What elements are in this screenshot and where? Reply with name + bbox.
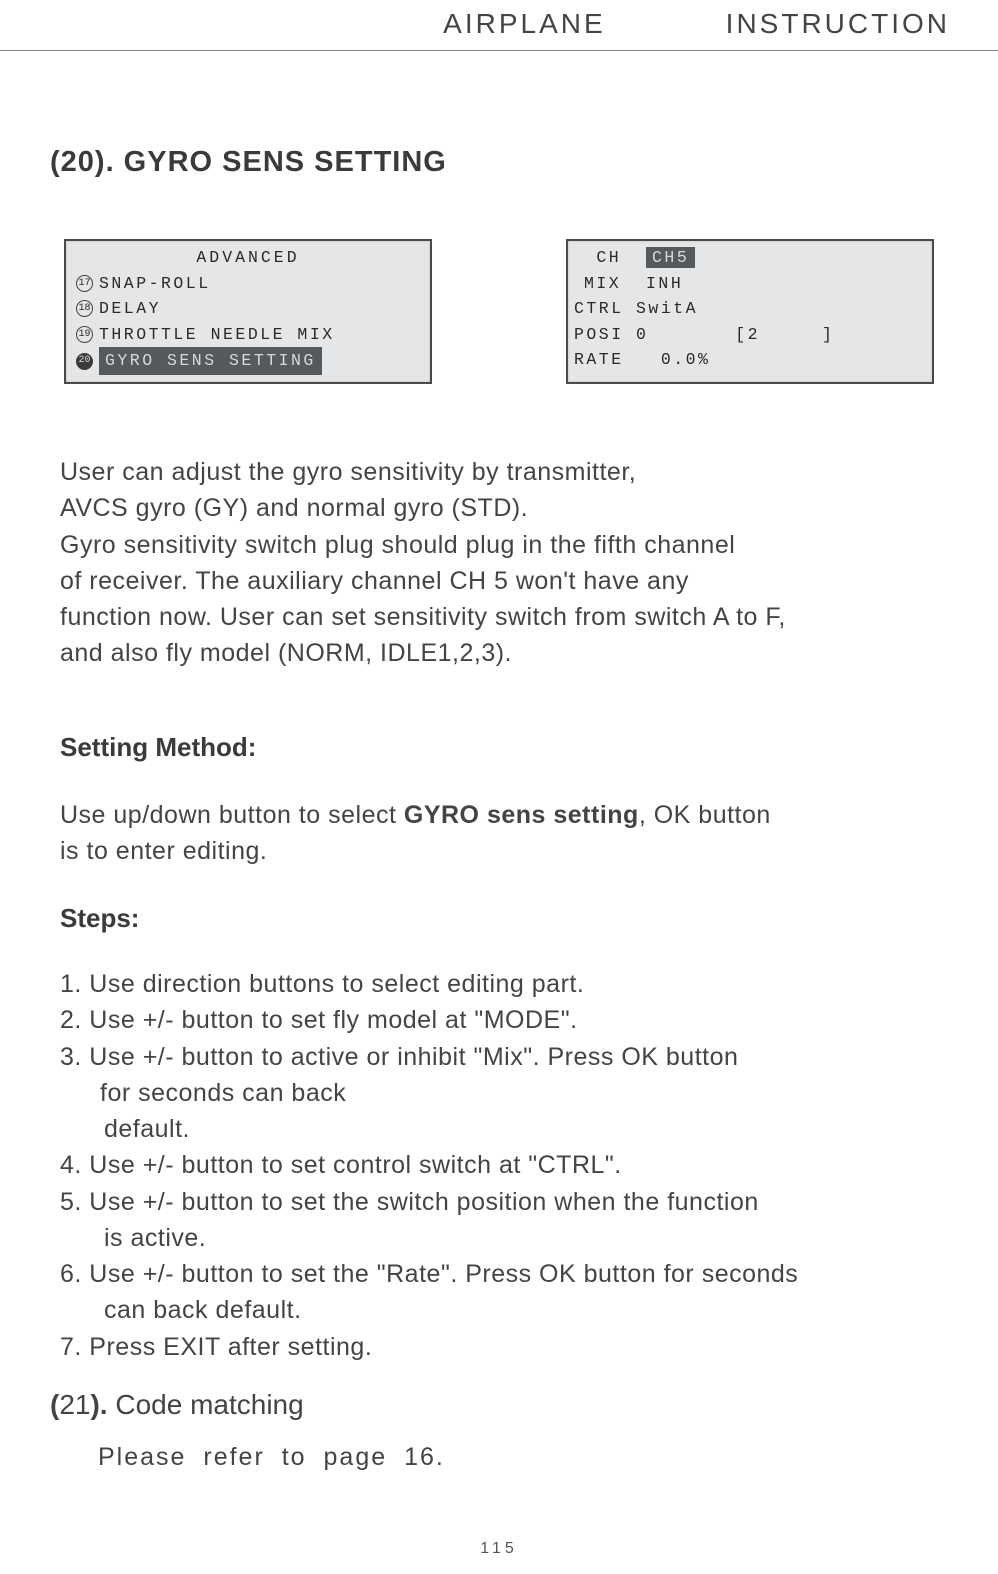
section-21-paren-open: ( [50,1389,59,1420]
lcd-a-item-20: 20 GYRO SENS SETTING [76,347,420,375]
step-5: 5. Use +/- button to set the switch posi… [60,1184,938,1220]
step-1: 1. Use direction buttons to select editi… [60,966,938,1002]
step-5-cont: is active. [60,1220,938,1256]
method-text: is to enter editing. [60,837,267,865]
lcd-b-posi-bracket: [2 ] [735,325,834,344]
steps-heading: Steps: [60,903,938,934]
lcd-screens-row: ADVANCED 17 SNAP-ROLL 18 DELAY 19 THROTT… [60,239,938,384]
lcd-a-item-label: SNAP-ROLL [99,271,211,297]
menu-index-icon: 17 [76,275,93,292]
section-21-paren-close: ). [90,1389,107,1420]
lcd-a-item-label: DELAY [99,296,161,322]
section-21-title: (21). Code matching [50,1389,938,1421]
section-21-label: Code matching [108,1389,304,1420]
lcd-b-ctrl-row: CTRL SwitA [574,296,922,322]
menu-index-icon: 19 [76,326,93,343]
lcd-b-posi-row: POSI 0 [2 ] [574,322,922,348]
step-7: 7. Press EXIT after setting. [60,1329,938,1365]
lcd-a-item-17: 17 SNAP-ROLL [76,271,420,297]
lcd-b-rate-label: RATE [574,350,624,369]
lcd-b-posi-value: 0 [636,325,648,344]
header-right: INSTRUCTION [726,8,950,40]
intro-line: function now. User can set sensitivity s… [60,603,786,631]
method-bold: GYRO sens setting [404,801,639,829]
lcd-b-mix-value: INH [646,274,683,293]
intro-line: User can adjust the gyro sensitivity by … [60,458,636,486]
step-3: 3. Use +/- button to active or inhibit "… [60,1039,938,1075]
intro-line: and also fly model (NORM, IDLE1,2,3). [60,639,512,667]
lcd-screen-gyro: CH CH5 MIX INH CTRL SwitA POSI 0 [2 ] RA… [566,239,934,384]
step-2: 2. Use +/- button to set fly model at "M… [60,1002,938,1038]
method-text: , OK button [639,801,771,829]
section-21-refer: Please refer to page 16. [98,1443,938,1472]
menu-index-selected-icon: 20 [76,353,93,370]
menu-index-icon: 18 [76,300,93,317]
step-3-cont2: default. [60,1111,938,1147]
lcd-b-ctrl-label: CTRL [574,299,624,318]
lcd-a-item-19: 19 THROTTLE NEEDLE MIX [76,322,420,348]
step-3-cont: for seconds can back [60,1075,938,1111]
lcd-a-item-label: THROTTLE NEEDLE MIX [99,322,335,348]
step-6-cont: can back default. [60,1292,938,1328]
lcd-a-item-18: 18 DELAY [76,296,420,322]
steps-list: 1. Use direction buttons to select editi… [60,966,938,1365]
setting-method-paragraph: Use up/down button to select GYRO sens s… [60,797,938,870]
intro-line: Gyro sensitivity switch plug should plug… [60,531,735,559]
lcd-a-item-label-selected: GYRO SENS SETTING [99,347,322,375]
lcd-b-mix-row: MIX INH [584,271,922,297]
lcd-b-ch-row: CH CH5 [584,245,922,271]
page-number: 115 [480,1540,518,1558]
method-text: Use up/down button to select [60,801,404,829]
setting-method-heading: Setting Method: [60,732,938,763]
step-4: 4. Use +/- button to set control switch … [60,1147,938,1183]
lcd-b-ch-label: CH [596,248,621,267]
lcd-b-ch-value: CH5 [646,247,695,268]
page-header: AIRPLANE INSTRUCTION [0,0,998,51]
lcd-b-rate-value: 0.0% [661,350,711,369]
section-20-title: (20). GYRO SENS SETTING [50,146,938,179]
step-6: 6. Use +/- button to set the "Rate". Pre… [60,1256,938,1292]
lcd-b-rate-row: RATE 0.0% [574,347,922,373]
header-left: AIRPLANE [443,8,606,40]
intro-line: of receiver. The auxiliary channel CH 5 … [60,567,689,595]
lcd-b-ctrl-value: SwitA [636,299,698,318]
lcd-a-title: ADVANCED [76,245,420,271]
intro-paragraph: User can adjust the gyro sensitivity by … [60,454,938,672]
lcd-screen-advanced: ADVANCED 17 SNAP-ROLL 18 DELAY 19 THROTT… [64,239,432,384]
lcd-b-posi-label: POSI [574,325,624,344]
intro-line: AVCS gyro (GY) and normal gyro (STD). [60,494,528,522]
section-21-number: 21 [59,1389,90,1420]
lcd-b-mix-label: MIX [584,274,621,293]
